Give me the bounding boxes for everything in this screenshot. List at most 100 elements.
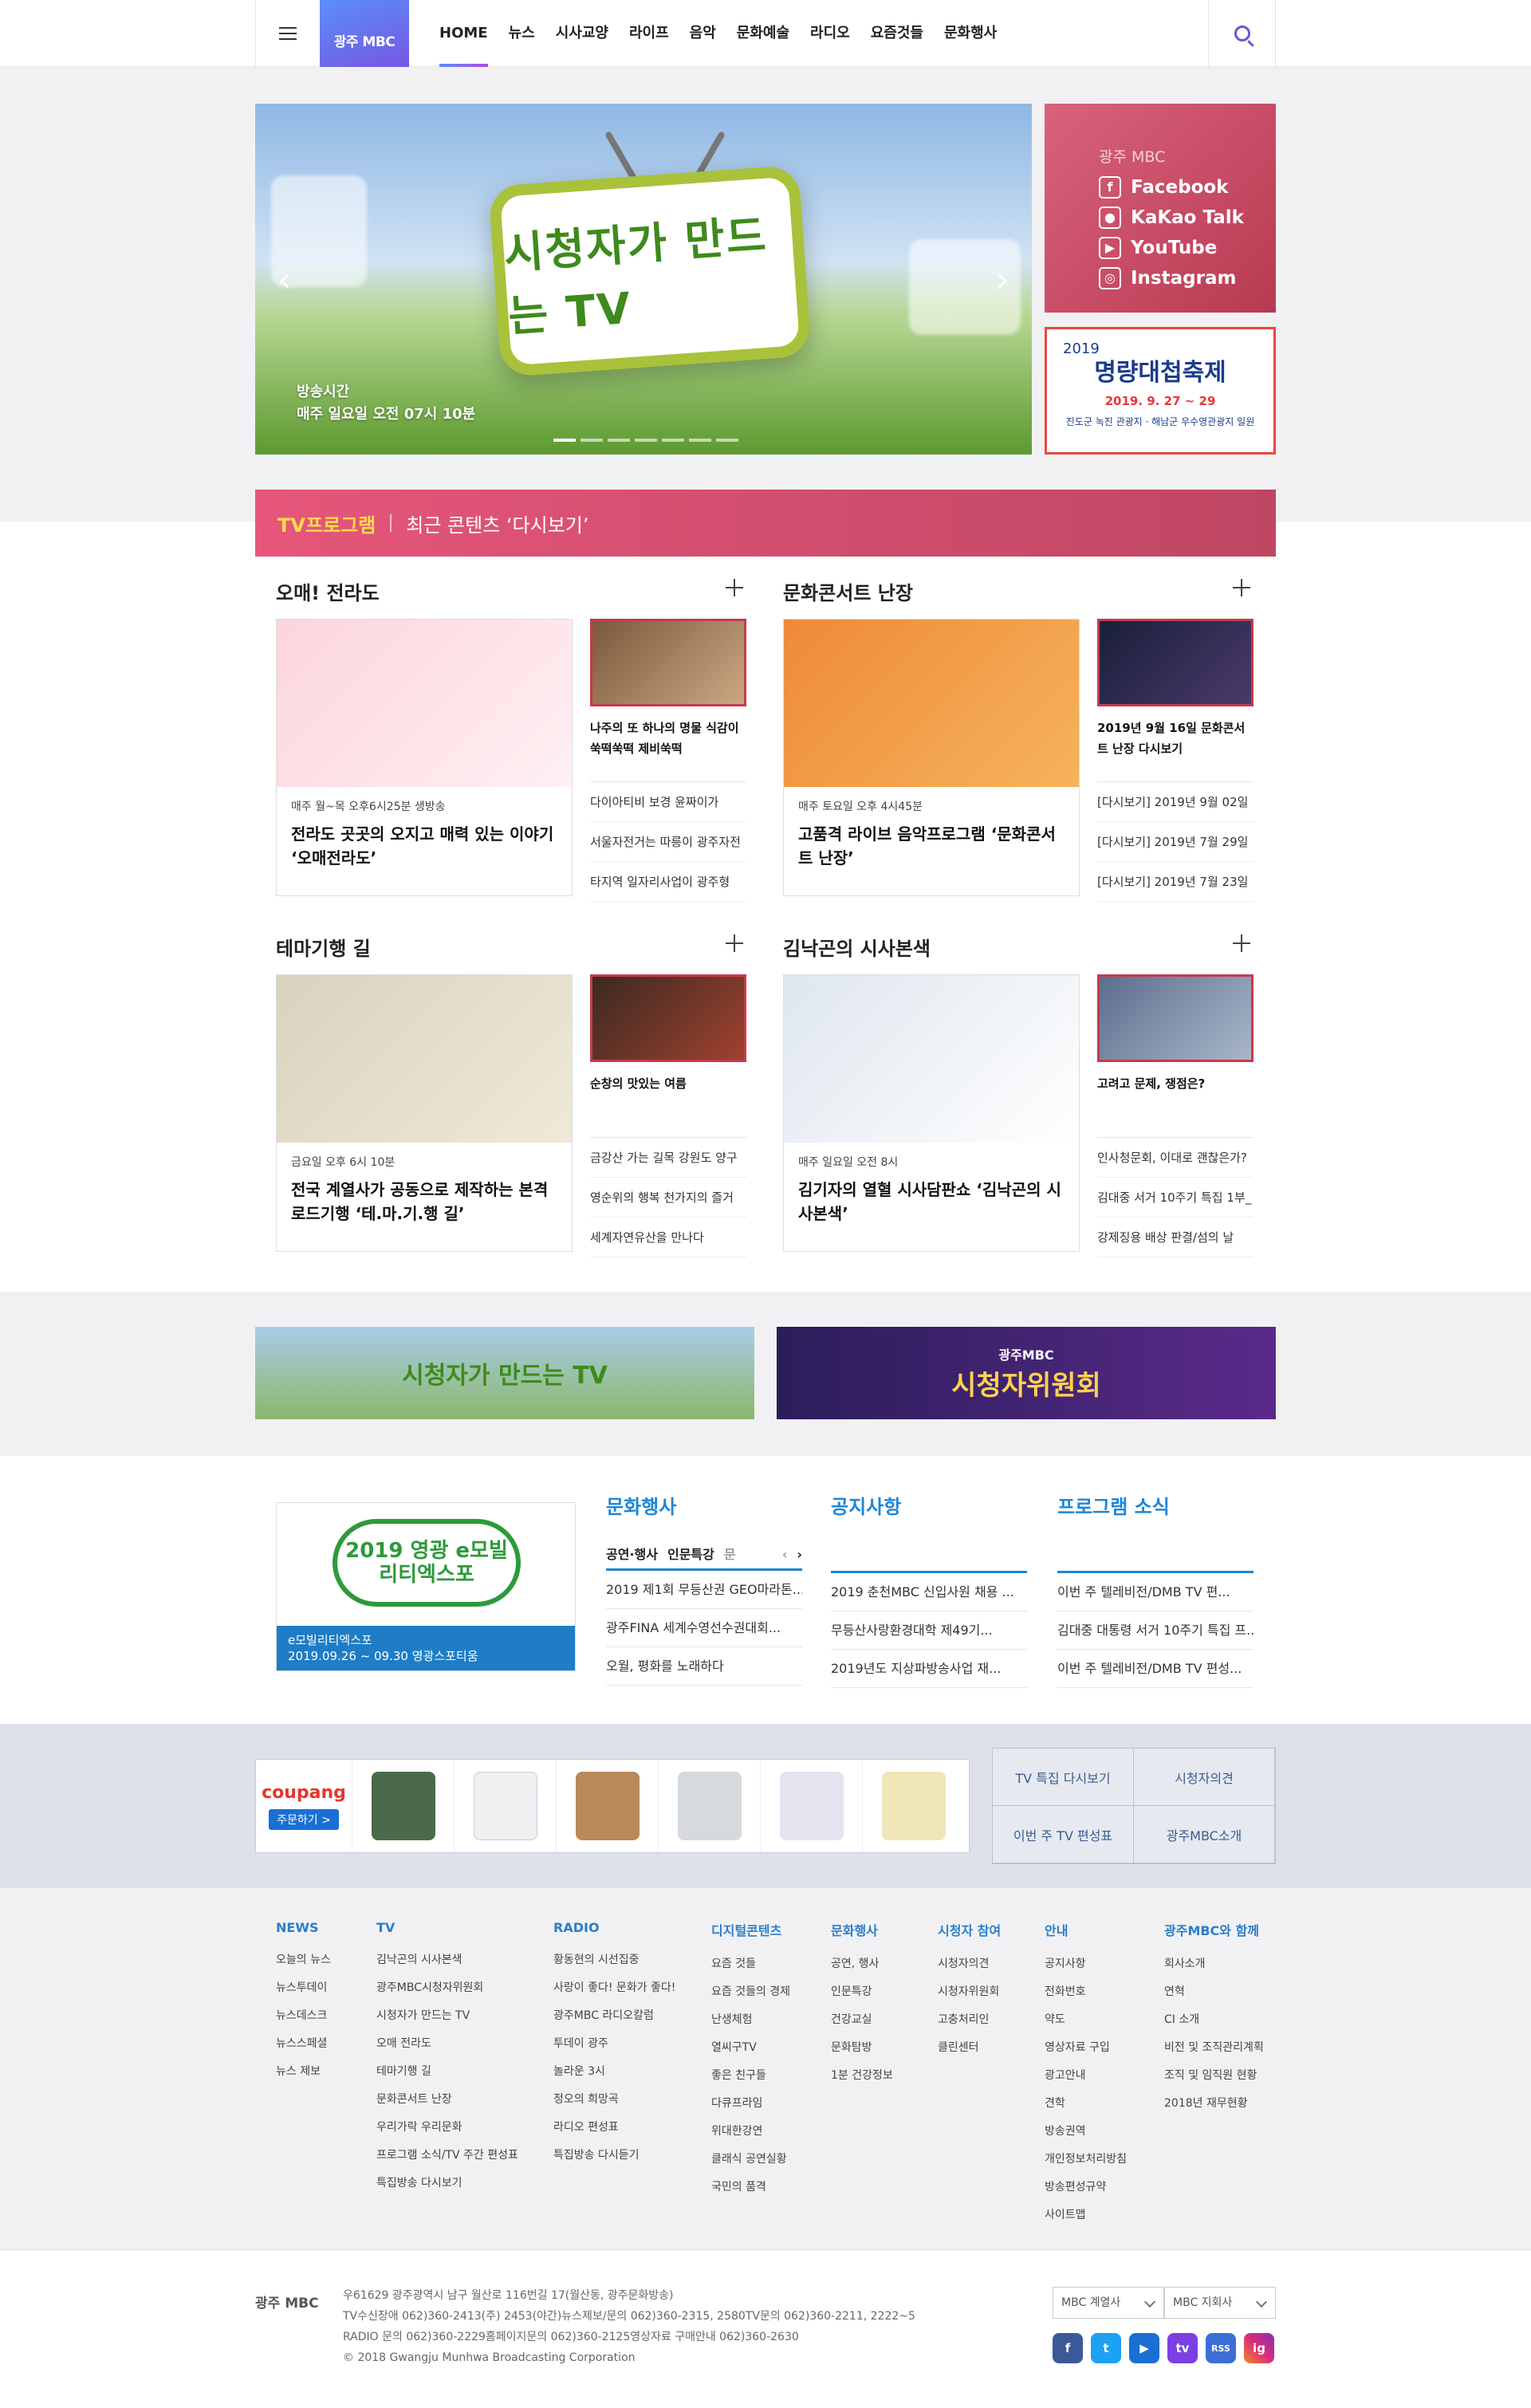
sitemap-link[interactable]: 클린센터 (938, 2034, 1001, 2062)
social-instagram[interactable]: ◎ Instagram (1099, 263, 1244, 293)
nav-radio[interactable]: 라디오 (810, 0, 850, 67)
sitemap-link[interactable]: 인문특강 (831, 1978, 893, 2006)
sitemap-link[interactable]: 김낙곤의 시사본색 (376, 1946, 518, 1974)
notice-title[interactable]: 공지사항 (831, 1491, 1027, 1539)
sitemap-heading[interactable]: 시청자 참여 (938, 1920, 1001, 1939)
nav-culture-events[interactable]: 문화행사 (944, 0, 997, 67)
sitemap-heading[interactable]: 광주MBC와 함께 (1164, 1920, 1264, 1939)
twitter-icon[interactable]: t (1091, 2333, 1121, 2363)
episode-title[interactable]: 2019년 9월 16일 문화콘서트 난장 다시보기 (1097, 718, 1254, 781)
program-title[interactable]: 문화콘서트 난장 (783, 577, 913, 605)
episode-link[interactable]: 강제징용 배상 판결/섬의 날 (1097, 1218, 1254, 1257)
more-plus-icon[interactable] (1233, 934, 1250, 952)
coupang-ad[interactable]: coupang 주문하기 > (255, 1759, 970, 1853)
sitemap-heading[interactable]: 안내 (1045, 1920, 1127, 1939)
tab-more[interactable]: 문 (724, 1539, 736, 1568)
hero-slider[interactable]: 시청자가 만드는 TV 방송시간 매주 일요일 오전 07시 10분 ‹ › (255, 104, 1032, 454)
sitemap-link[interactable]: 라디오 편성표 (553, 2114, 675, 2142)
social-youtube[interactable]: ▶ YouTube (1099, 233, 1244, 263)
episode-link[interactable]: 영순위의 행복 천가지의 즐거 (590, 1178, 746, 1218)
tab-lecture[interactable]: 인문특강 (667, 1539, 714, 1568)
sitemap-link[interactable]: 뉴스투데이 (276, 1974, 331, 2002)
sitemap-link[interactable]: 시청자의견 (938, 1950, 1001, 1978)
viewer-tv-banner[interactable]: 시청자가 만드는 TV (255, 1327, 754, 1419)
sitemap-heading[interactable]: NEWS (276, 1920, 331, 1935)
episode-thumbnail[interactable] (590, 974, 746, 1062)
program-news-item[interactable]: 김대중 대통령 서거 10주기 특집 프... (1057, 1611, 1254, 1650)
sitemap-link[interactable]: 전화번호 (1045, 1978, 1127, 2006)
sitemap-heading[interactable]: RADIO (553, 1920, 675, 1935)
sitemap-link[interactable]: 황동현의 시선집중 (553, 1946, 675, 1974)
facebook-icon[interactable]: f (1053, 2333, 1083, 2363)
sitemap-link[interactable]: 건강교실 (831, 2006, 893, 2034)
episode-thumbnail[interactable] (590, 619, 746, 706)
next-slide-icon[interactable]: › (990, 255, 1014, 303)
episode-thumbnail[interactable] (1097, 619, 1254, 706)
sitemap-heading[interactable]: 디지털콘텐츠 (711, 1920, 790, 1939)
episode-link[interactable]: 다이아티비 보경 윤짜이가 (590, 782, 746, 822)
sitemap-link[interactable]: 놀라운 3시 (553, 2058, 675, 2086)
instagram-icon[interactable]: ig (1244, 2333, 1274, 2363)
sitemap-link[interactable]: 특집방송 다시보기 (376, 2170, 518, 2197)
social-facebook[interactable]: f Facebook (1099, 172, 1244, 203)
slide-dot[interactable] (553, 439, 576, 442)
coupang-order-button[interactable]: 주문하기 > (269, 1808, 339, 1830)
notice-item[interactable]: 무등산사랑환경대학 제49기... (831, 1611, 1027, 1650)
sitemap-link[interactable]: 방송권역 (1045, 2118, 1127, 2146)
sitemap-link[interactable]: 고충처리인 (938, 2006, 1001, 2034)
culture-item[interactable]: 광주FINA 세계수영선수권대회... (606, 1609, 802, 1647)
affiliates-select[interactable]: MBC 계열사 (1053, 2287, 1164, 2319)
sitemap-link[interactable]: 광고안내 (1045, 2062, 1127, 2090)
program-news-title[interactable]: 프로그램 소식 (1057, 1491, 1254, 1539)
episode-title[interactable]: 나주의 또 하나의 명물 식감이 쑥떡쑥떡 제비쑥떡 (590, 718, 746, 781)
slide-dot[interactable] (581, 439, 603, 442)
more-plus-icon[interactable] (726, 579, 743, 596)
program-card[interactable]: 매주 토요일 오후 4시45분 고품격 라이브 음악프로그램 ‘문화콘서트 난장… (783, 619, 1080, 896)
tab-next-icon[interactable]: › (797, 1539, 802, 1568)
sitemap-link[interactable]: 1분 건강정보 (831, 2062, 893, 2090)
nav-current-affairs[interactable]: 시사교양 (556, 0, 608, 67)
nav-trends[interactable]: 요즘것들 (871, 0, 923, 67)
sitemap-link[interactable]: 테마기행 길 (376, 2058, 518, 2086)
episode-link[interactable]: 타지역 일자리사업이 광주형 (590, 862, 746, 902)
quick-link-viewer-opinion[interactable]: 시청자의견 (1134, 1749, 1275, 1806)
episode-link[interactable]: 김대중 서거 10주기 특집 1부_ (1097, 1178, 1254, 1218)
program-news-item[interactable]: 이번 주 텔레비전/DMB TV 편성... (1057, 1650, 1254, 1688)
ad-product[interactable] (352, 1760, 454, 1852)
sitemap-link[interactable]: 개인정보처리방침 (1045, 2146, 1127, 2174)
slide-dot[interactable] (689, 439, 711, 442)
event-feature[interactable]: 2019 영광 e모빌리티엑스포 e모빌리티엑스포 2019.09.26 ~ 0… (276, 1502, 576, 1671)
culture-item[interactable]: 2019 제1회 무등산권 GEO마라톤... (606, 1571, 802, 1609)
program-card[interactable]: 매주 월~목 오후6시25분 생방송 전라도 곳곳의 오지고 매력 있는 이야기… (276, 619, 573, 896)
quick-link-about[interactable]: 광주MBC소개 (1134, 1806, 1275, 1863)
sitemap-link[interactable]: 요즘 것들의 경제 (711, 1978, 790, 2006)
sitemap-link[interactable]: 뉴스 제보 (276, 2058, 331, 2086)
sitemap-link[interactable]: 요즘 것들 (711, 1950, 790, 1978)
sitemap-link[interactable]: 광주MBC 라디오칼럼 (553, 2002, 675, 2030)
hamburger-menu-icon[interactable] (256, 0, 320, 67)
culture-item[interactable]: 오월, 평화를 노래하다 (606, 1647, 802, 1686)
sitemap-link[interactable]: 사이트맵 (1045, 2201, 1127, 2229)
tv-icon[interactable]: ▶ (1129, 2333, 1159, 2363)
sitemap-link[interactable]: 사랑이 좋다! 문화가 좋다! (553, 1974, 675, 2002)
sitemap-link[interactable]: 난생체험 (711, 2006, 790, 2034)
sitemap-link[interactable]: 클래식 공연실황 (711, 2146, 790, 2174)
sitemap-link[interactable]: 다큐프라임 (711, 2090, 790, 2118)
episode-link[interactable]: 세계자연유산을 만나다 (590, 1218, 746, 1257)
sitemap-link[interactable]: 뉴스스페셜 (276, 2030, 331, 2058)
sitemap-link[interactable]: 연혁 (1164, 1978, 1264, 2006)
program-news-item[interactable]: 이번 주 텔레비전/DMB TV 편... (1057, 1573, 1254, 1611)
program-title[interactable]: 오매! 전라도 (276, 577, 380, 605)
ad-product[interactable] (658, 1760, 760, 1852)
sitemap-link[interactable]: 국민의 품격 (711, 2174, 790, 2201)
prev-slide-icon[interactable]: ‹ (273, 255, 297, 303)
more-plus-icon[interactable] (726, 934, 743, 952)
sitemap-link[interactable]: 열씨구TV (711, 2034, 790, 2062)
ad-product[interactable] (760, 1760, 862, 1852)
more-plus-icon[interactable] (1233, 579, 1250, 596)
sitemap-link[interactable]: 오매 전라도 (376, 2030, 518, 2058)
nav-life[interactable]: 라이프 (629, 0, 669, 67)
social-kakao[interactable]: ● KaKao Talk (1099, 203, 1244, 233)
tab-prev-icon[interactable]: ‹ (782, 1539, 788, 1568)
episode-link[interactable]: 서울자전거는 따릉이 광주자전 (590, 822, 746, 862)
